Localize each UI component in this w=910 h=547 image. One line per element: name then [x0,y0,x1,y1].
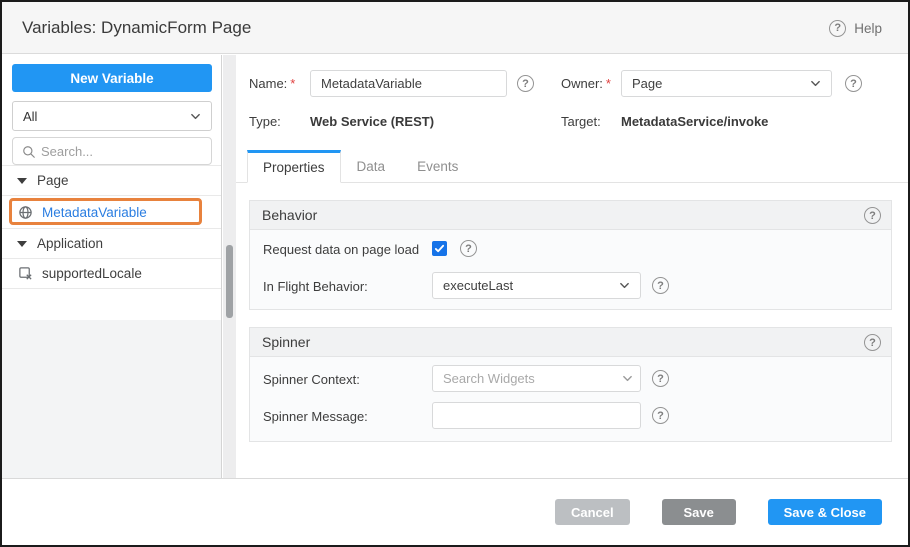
target-value: MetadataService/invoke [621,112,768,132]
owner-selected-value: Page [632,76,662,91]
tab-events[interactable]: Events [401,150,474,182]
chevron-down-icon [622,373,633,384]
tree-group-page[interactable]: Page [2,166,221,196]
check-icon [434,243,445,254]
inflight-selected-value: executeLast [443,278,513,293]
name-input[interactable] [310,70,507,97]
behavior-section-body: Request data on page load In Flight Beha… [249,230,892,310]
tab-properties[interactable]: Properties [247,150,341,183]
variable-filter-select[interactable]: All [12,101,212,131]
required-asterisk: * [290,76,295,91]
spinner-context-combobox[interactable] [432,365,641,392]
spinner-message-help-icon[interactable] [652,407,669,424]
tree-group-label: Application [37,236,103,251]
request-data-checkbox[interactable] [432,241,447,256]
cancel-button[interactable]: Cancel [555,499,630,525]
tree-group-application[interactable]: Application [2,229,221,259]
name-label: Name:* [249,70,295,97]
tree-item-label: MetadataVariable [42,205,147,220]
caret-down-icon [17,178,27,184]
behavior-section-title: Behavior [262,207,317,223]
behavior-section-header: Behavior [249,200,892,230]
spinner-message-input[interactable] [432,402,641,429]
save-button[interactable]: Save [662,499,736,525]
request-data-label: Request data on page load [263,242,419,257]
save-and-close-button[interactable]: Save & Close [768,499,882,525]
tree-item-metadatavariable[interactable]: MetadataVariable [2,196,221,229]
chevron-down-icon [810,78,821,89]
globe-icon [18,205,33,220]
request-data-help-icon[interactable] [460,240,477,257]
spinner-section-title: Spinner [262,334,310,350]
spinner-context-input[interactable] [432,365,641,392]
spinner-section-body: Spinner Context: Spinner Message: [249,357,892,442]
dialog-titlebar: Variables: DynamicForm Page Help [2,2,908,54]
spinner-help-icon[interactable] [864,334,881,351]
tree-item-label: supportedLocale [42,266,142,281]
target-label: Target: [561,112,601,132]
search-icon [22,145,36,159]
variables-sidebar: New Variable All Page MetadataVariable [2,55,222,478]
search-box [12,137,212,165]
tab-data[interactable]: Data [341,150,402,182]
chevron-down-icon [190,111,201,122]
variable-editor-panel: Name:* Owner:* Page Type: Web Service (R… [236,55,908,478]
filter-selected-value: All [23,109,37,124]
variable-icon [18,266,33,281]
chevron-down-icon [619,280,630,291]
variables-tree: Page MetadataVariable Application suppor… [2,165,221,289]
caret-down-icon [17,241,27,247]
editor-tabbar: Properties Data Events [236,150,908,183]
new-variable-button[interactable]: New Variable [12,64,212,92]
page-title: Variables: DynamicForm Page [22,2,251,54]
owner-help-icon[interactable] [845,75,862,92]
scrollbar-track[interactable] [223,55,236,478]
search-input[interactable] [41,138,209,164]
spinner-section-header: Spinner [249,327,892,357]
variables-dialog: Variables: DynamicForm Page Help New Var… [0,0,910,547]
inflight-select[interactable]: executeLast [432,272,641,299]
tree-item-supportedlocale[interactable]: supportedLocale [2,259,221,289]
inflight-label: In Flight Behavior: [263,279,368,294]
name-help-icon[interactable] [517,75,534,92]
dialog-footer: Cancel Save Save & Close [2,478,908,545]
spinner-context-label: Spinner Context: [263,372,360,387]
behavior-section: Behavior Request data on page load In Fl… [249,200,892,310]
scrollbar-thumb[interactable] [226,245,233,318]
help-button[interactable]: Help [829,2,882,54]
required-asterisk: * [606,76,611,91]
tree-group-label: Page [37,173,69,188]
spinner-message-label: Spinner Message: [263,409,368,424]
help-label: Help [854,21,882,36]
owner-label: Owner:* [561,70,611,97]
sidebar-empty-area [2,320,221,478]
help-icon [829,20,846,37]
type-label: Type: [249,112,281,132]
spinner-section: Spinner Spinner Context: Spinner Message… [249,327,892,442]
type-value: Web Service (REST) [310,112,434,132]
owner-select[interactable]: Page [621,70,832,97]
inflight-help-icon[interactable] [652,277,669,294]
behavior-help-icon[interactable] [864,207,881,224]
spinner-context-help-icon[interactable] [652,370,669,387]
